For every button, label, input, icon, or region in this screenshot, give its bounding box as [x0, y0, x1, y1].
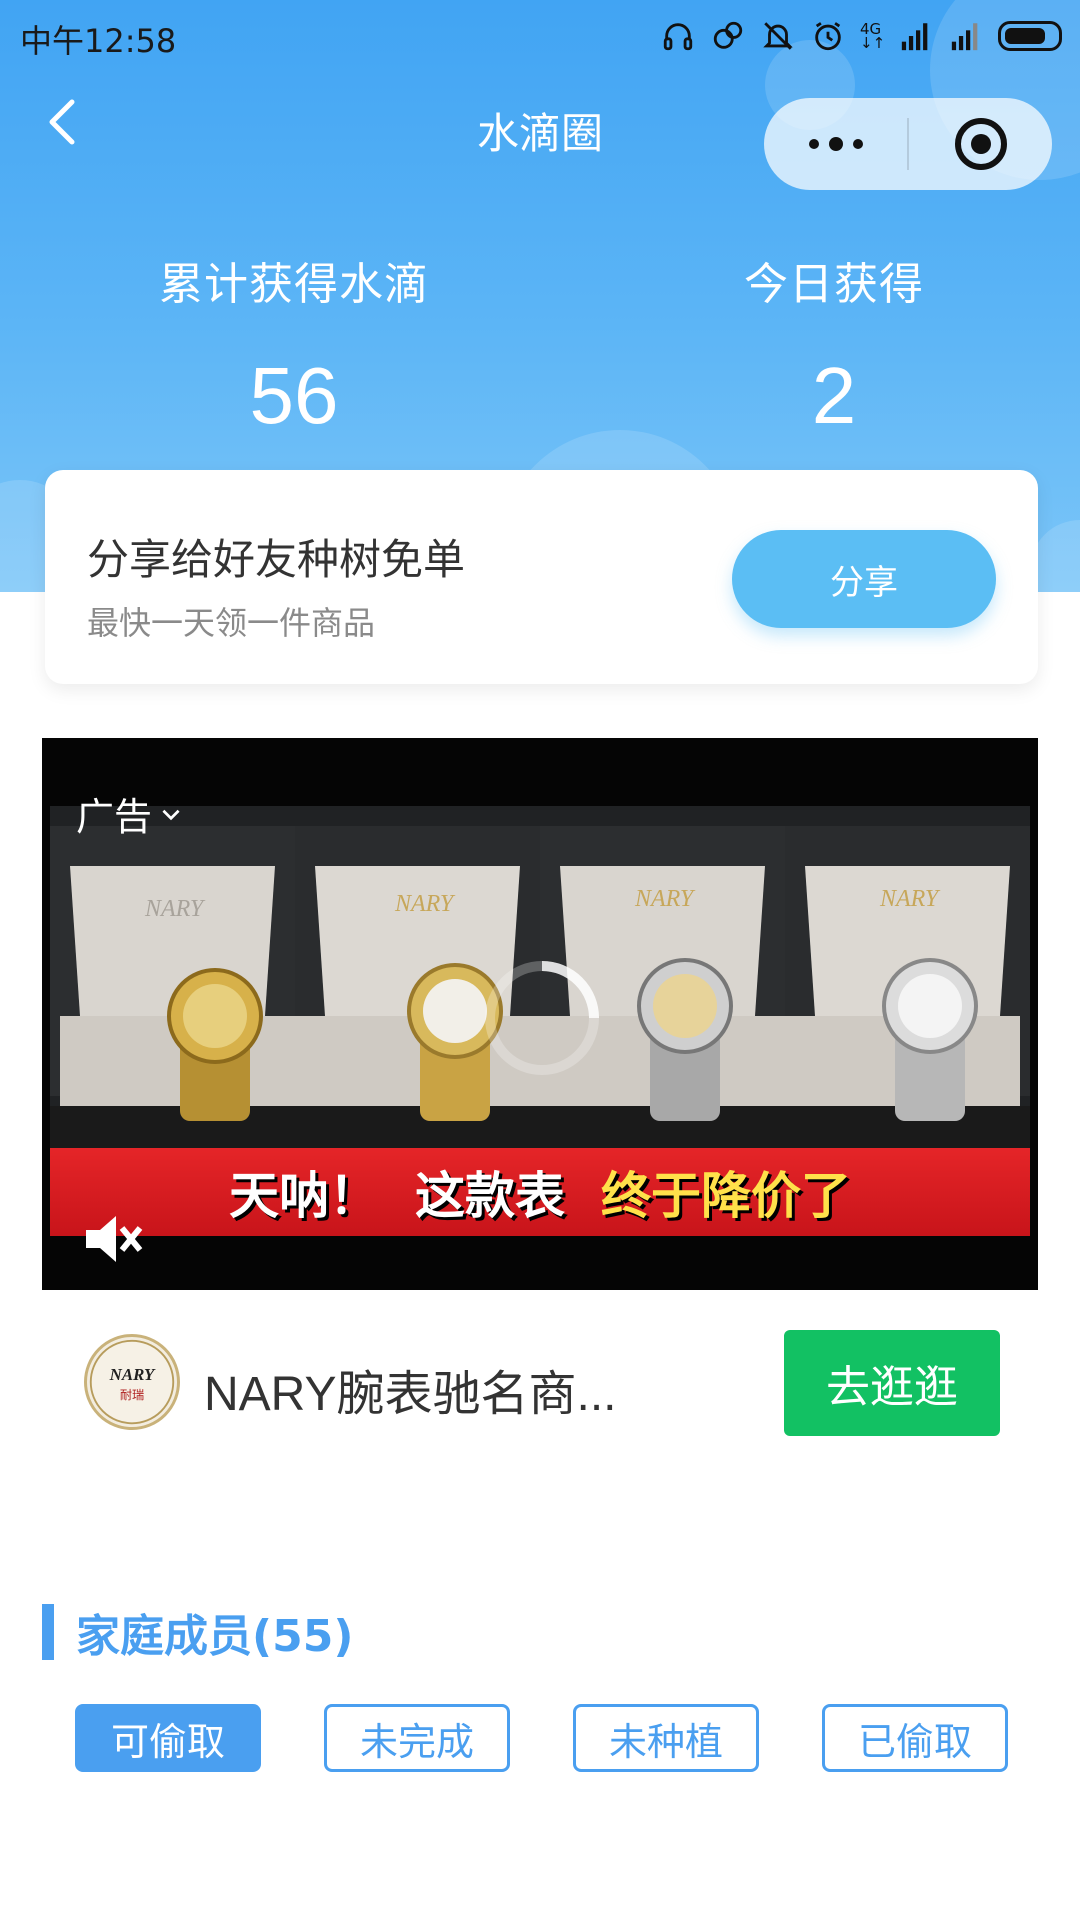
more-dots-icon	[808, 137, 863, 151]
section-accent-bar	[42, 1604, 54, 1660]
ad-tag-label: 广告	[76, 795, 153, 839]
tab-incomplete[interactable]: 未完成	[324, 1704, 510, 1772]
page: 中午12:58 4G ↓↑ 水滴圈 累计获得水滴 56 今日获得 2 分享给好友…	[0, 0, 1080, 1920]
bell-muted-icon	[760, 18, 796, 54]
loading-spinner-icon	[485, 961, 599, 1075]
alarm-icon	[810, 18, 846, 54]
family-section-title: 家庭成员(55)	[76, 1611, 354, 1662]
stat-today-label: 今日获得	[744, 259, 924, 310]
box-brand-text: NARY	[144, 896, 206, 922]
mini-program-capsule	[764, 98, 1052, 190]
ad-tag[interactable]: 广告	[76, 786, 184, 841]
mute-button[interactable]	[78, 1204, 148, 1274]
stat-today-value: 2	[811, 351, 857, 440]
logo-sub-text: 耐瑞	[120, 1388, 144, 1402]
close-button[interactable]	[909, 98, 1052, 190]
svg-text:NARY: NARY	[879, 886, 941, 912]
ad-video[interactable]: NARY NARY NARY NARY 广告 天呐！ 这款表 终于降价了	[42, 738, 1038, 1290]
signal-icon	[898, 18, 934, 54]
advertiser-logo[interactable]: NARY 耐瑞	[84, 1334, 180, 1430]
target-circle-icon	[954, 118, 1007, 170]
share-title: 分享给好友种树免单	[87, 535, 466, 584]
status-bar: 中午12:58 4G ↓↑	[0, 0, 1080, 76]
network-activity-text: ↓↑	[860, 34, 886, 52]
network-type-label: 4G ↓↑	[860, 22, 886, 52]
ad-caption-part2: 这款表	[415, 1167, 565, 1225]
brand-logo-icon: NARY 耐瑞	[89, 1339, 175, 1425]
headphones-icon	[660, 18, 696, 54]
stat-total: 累计获得水滴 56	[24, 248, 564, 442]
more-button[interactable]	[764, 98, 907, 190]
tab-not-planted[interactable]: 未种植	[573, 1704, 759, 1772]
status-icons: 4G ↓↑	[660, 18, 1062, 54]
share-button[interactable]: 分享	[732, 530, 996, 628]
svg-text:NARY: NARY	[634, 886, 696, 912]
speaker-muted-icon	[86, 1216, 143, 1262]
stat-today: 今日获得 2	[564, 248, 1080, 442]
tab-stealable[interactable]: 可偷取	[75, 1704, 261, 1772]
advertiser-name[interactable]: NARY腕表驰名商...	[204, 1354, 617, 1424]
link-icon	[710, 18, 746, 54]
go-shopping-button[interactable]: 去逛逛	[784, 1330, 1000, 1436]
ad-caption-part3: 终于降价了	[601, 1167, 851, 1225]
status-time: 中午12:58	[20, 22, 177, 60]
share-subtitle: 最快一天领一件商品	[87, 604, 376, 642]
chevron-down-icon	[162, 809, 180, 820]
ad-caption: 天呐！ 这款表 终于降价了	[50, 1148, 1030, 1236]
share-card: 分享给好友种树免单 最快一天领一件商品 分享	[45, 470, 1038, 684]
stat-total-value: 56	[249, 351, 339, 440]
tab-stolen[interactable]: 已偷取	[822, 1704, 1008, 1772]
ad-caption-part1: 天呐！	[229, 1167, 379, 1225]
svg-text:NARY: NARY	[394, 891, 456, 917]
battery-icon	[998, 21, 1062, 51]
signal-icon-2	[948, 18, 984, 54]
logo-brand-text: NARY	[109, 1365, 156, 1384]
stat-total-label: 累计获得水滴	[159, 259, 429, 310]
